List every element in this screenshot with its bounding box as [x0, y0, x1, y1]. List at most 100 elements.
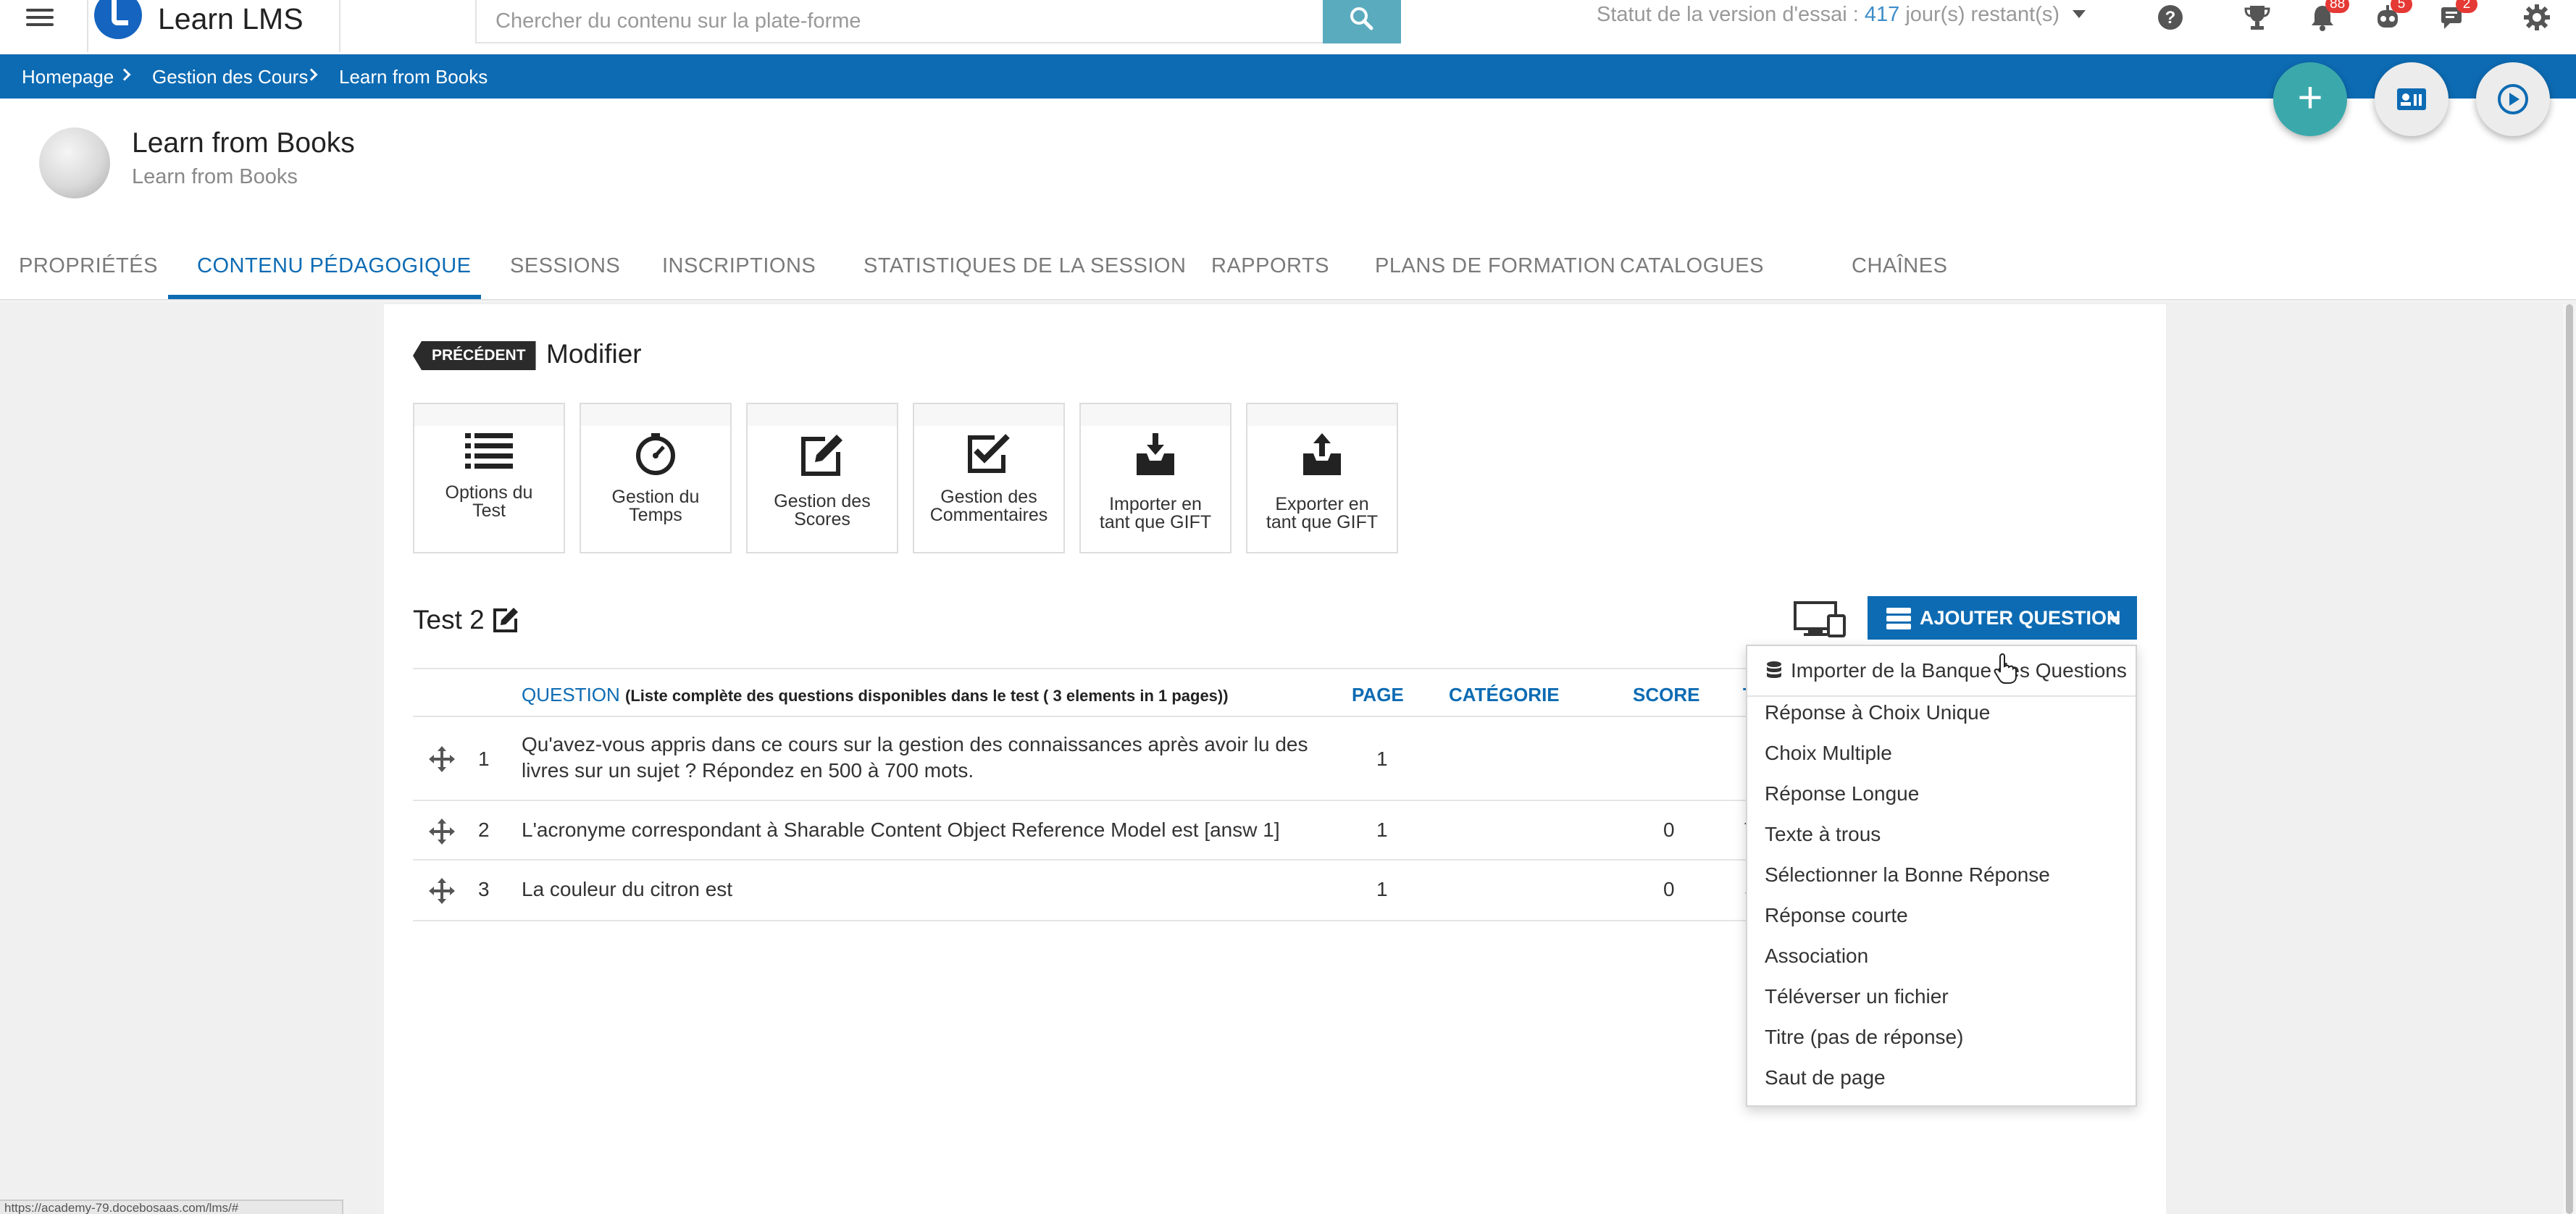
menu-association[interactable]: Association [1765, 945, 1868, 968]
previous-button[interactable]: PRÉCÉDENT [413, 341, 536, 370]
test-options-tile[interactable]: Options du Test [413, 403, 565, 553]
import-gift-tile[interactable]: Importer en tant que GIFT [1079, 403, 1231, 553]
menu-single-choice[interactable]: Réponse à Choix Unique [1765, 701, 1990, 724]
tile-band [1081, 404, 1230, 426]
tile-label: Exporter en tant que GIFT [1266, 494, 1379, 532]
stopwatch-icon [581, 432, 730, 478]
breadcrumb-course-management[interactable]: Gestion des Cours [152, 66, 308, 88]
inbox-in-icon [1081, 432, 1230, 478]
tab-properties[interactable]: PROPRIÉTÉS [19, 254, 158, 278]
trophy-icon[interactable] [2243, 3, 2272, 32]
question-text[interactable]: La couleur du citron est [522, 876, 732, 903]
search-box [475, 0, 1324, 43]
status-bar-url: https://academy-79.docebosaas.com/lms/# [0, 1200, 343, 1214]
score-value: 0 [1663, 878, 1675, 900]
active-tab-indicator [168, 295, 481, 299]
edit-icon [748, 432, 897, 478]
column-category[interactable]: CATÉGORIE [1449, 684, 1560, 706]
row-number: 3 [478, 878, 490, 900]
menu-divider [1747, 695, 2136, 697]
chevron-down-icon [2108, 616, 2120, 623]
tile-band [581, 404, 730, 426]
tab-learning-content[interactable]: CONTENU PÉDAGOGIQUE [197, 254, 472, 278]
tile-band [1247, 404, 1397, 426]
chevron-down-icon [2073, 10, 2086, 18]
tab-session-statistics[interactable]: STATISTIQUES DE LA SESSION [863, 254, 1186, 278]
robot-icon[interactable]: 5 [2373, 0, 2412, 32]
tab-sessions[interactable]: SESSIONS [510, 254, 620, 278]
list-icon [414, 432, 564, 478]
tab-enrollments[interactable]: INSCRIPTIONS [662, 254, 816, 278]
question-text[interactable]: L'acronyme correspondant à Sharable Cont… [522, 817, 1280, 843]
play-fab-button[interactable] [2476, 62, 2550, 136]
device-preview-icon[interactable] [1794, 601, 1846, 637]
export-gift-tile[interactable]: Exporter en tant que GIFT [1246, 403, 1398, 553]
menu-short-answer[interactable]: Réponse courte [1765, 904, 1908, 927]
tile-label: Importer en tant que GIFT [1099, 494, 1212, 532]
column-question[interactable]: QUESTION (Liste complète des questions d… [522, 684, 1229, 706]
trial-prefix: Statut de la version d'essai : [1597, 3, 1859, 26]
add-fab-button[interactable]: + [2273, 62, 2347, 136]
question-text[interactable]: Qu'avez-vous appris dans ce cours sur la… [522, 732, 1308, 784]
search-button[interactable] [1323, 0, 1401, 43]
feedback-management-tile[interactable]: Gestion des Commentaires [913, 403, 1065, 553]
menu-upload-file[interactable]: Téléverser un fichier [1765, 985, 1949, 1008]
tab-catalogs[interactable]: CATALOGUES [1620, 254, 1764, 278]
breadcrumb-homepage[interactable]: Homepage [22, 66, 114, 88]
notification-badge: 88 [2325, 0, 2350, 13]
course-thumbnail [39, 127, 110, 198]
tab-reports[interactable]: RAPPORTS [1211, 254, 1329, 278]
drag-handle-icon[interactable] [429, 746, 455, 772]
column-page[interactable]: PAGE [1352, 684, 1404, 706]
time-management-tile[interactable]: Gestion du Temps [580, 403, 732, 553]
column-score[interactable]: SCORE [1633, 684, 1699, 706]
search-icon [1350, 7, 1373, 30]
chevron-right-icon [118, 68, 131, 81]
hand-cursor-icon [1994, 653, 2017, 684]
menu-title-no-answer[interactable]: Titre (pas de réponse) [1765, 1026, 1963, 1049]
add-question-button[interactable]: AJOUTER QUESTION [1868, 596, 2137, 640]
menu-select-right-answer[interactable]: Sélectionner la Bonne Réponse [1765, 863, 2050, 887]
scrollbar-thumb[interactable] [2566, 304, 2573, 1214]
database-icon [1767, 661, 1781, 678]
menu-multiple-choice[interactable]: Choix Multiple [1765, 742, 1892, 765]
hamburger-menu-icon[interactable] [26, 4, 54, 33]
settings-icon[interactable] [2522, 3, 2551, 32]
add-question-label: AJOUTER QUESTION [1920, 607, 2121, 629]
add-question-dropdown: Importer de la Banque des Questions Répo… [1746, 645, 2137, 1107]
breadcrumb-current[interactable]: Learn from Books [339, 66, 488, 88]
row-number: 2 [478, 819, 490, 841]
menu-import-question-bank[interactable]: Importer de la Banque des Questions [1791, 659, 2127, 682]
tile-band [914, 404, 1063, 426]
help-icon[interactable]: ? [2156, 3, 2185, 32]
edit-title-icon[interactable] [493, 607, 519, 633]
score-management-tile[interactable]: Gestion des Scores [746, 403, 898, 553]
tab-channels[interactable]: CHAÎNES [1852, 254, 1947, 278]
chat-icon[interactable]: 2 [2438, 0, 2477, 32]
scrollbar[interactable] [2563, 304, 2576, 1214]
tab-learning-plans[interactable]: PLANS DE FORMATION [1375, 254, 1615, 278]
course-tabs: PROPRIÉTÉS CONTENU PÉDAGOGIQUE SESSIONS … [0, 243, 2576, 301]
test-title: Test 2 [413, 605, 485, 635]
menu-fill-in-blank[interactable]: Texte à trous [1765, 823, 1881, 846]
drag-handle-icon[interactable] [429, 819, 455, 845]
logo-icon [94, 0, 142, 39]
app-logo[interactable]: Learn LMS [87, 0, 340, 52]
menu-long-answer[interactable]: Réponse Longue [1765, 782, 1919, 805]
drag-handle-icon[interactable] [429, 878, 455, 904]
id-card-icon [2397, 88, 2426, 110]
database-icon [1886, 608, 1911, 629]
robot-badge: 5 [2391, 0, 2412, 13]
chat-badge: 2 [2456, 0, 2477, 13]
svg-text:?: ? [2165, 8, 2176, 28]
question-count-note: (Liste complète des questions disponible… [625, 687, 1229, 705]
search-input[interactable] [477, 0, 1323, 42]
course-title: Learn from Books [132, 127, 355, 159]
bell-icon[interactable]: 88 [2308, 0, 2350, 32]
course-card-fab-button[interactable] [2375, 62, 2449, 136]
trial-status[interactable]: Statut de la version d'essai : 417 jour(… [1597, 3, 2086, 27]
trial-suffix: jour(s) restant(s) [1905, 3, 2060, 26]
play-circle-icon [2498, 84, 2528, 114]
breadcrumb: Homepage Gestion des Cours Learn from Bo… [0, 54, 2576, 99]
menu-page-break[interactable]: Saut de page [1765, 1066, 1886, 1089]
